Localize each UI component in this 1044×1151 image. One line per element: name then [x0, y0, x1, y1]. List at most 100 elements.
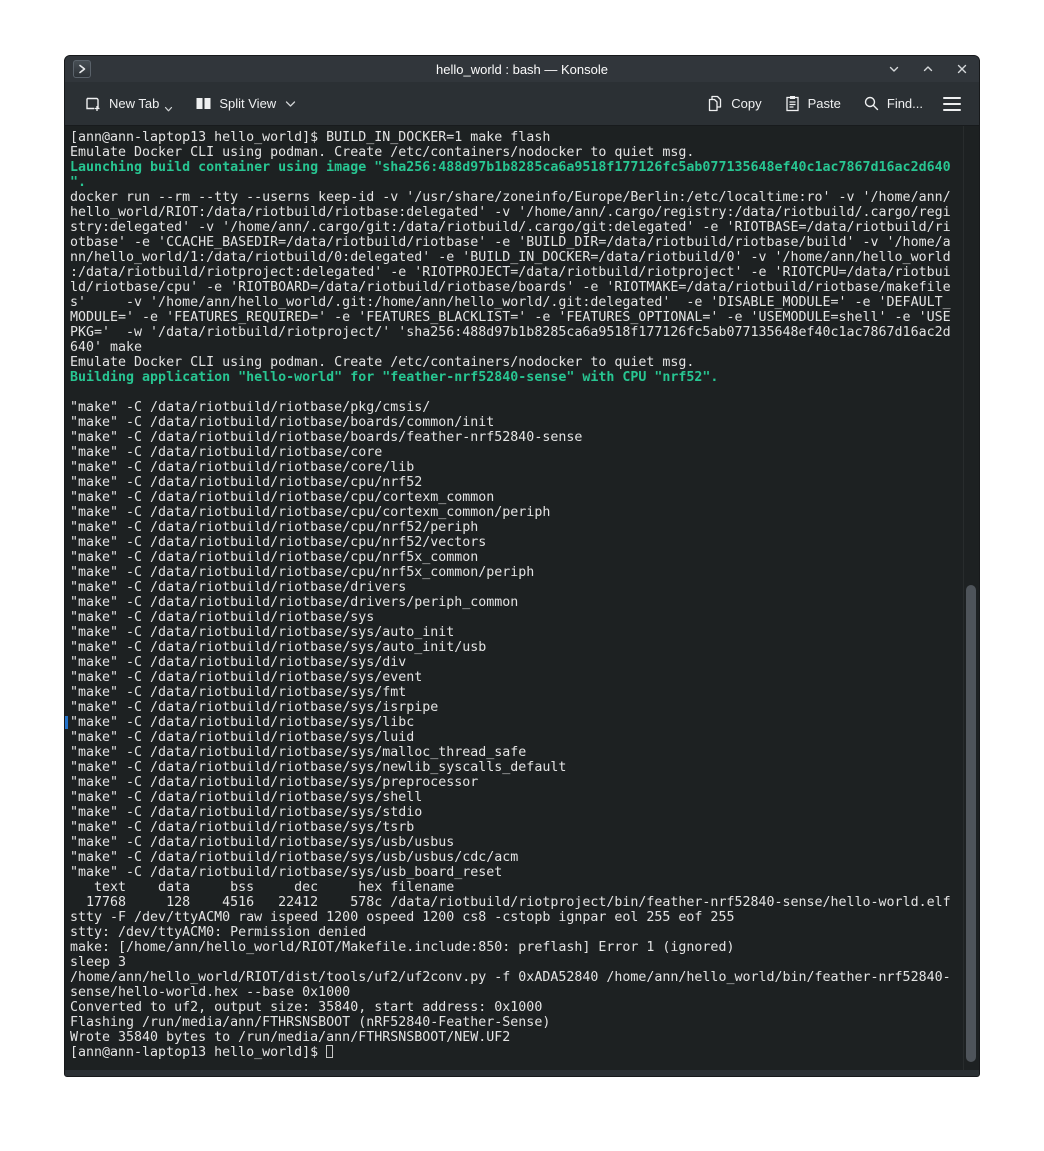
terminal-line: PKG=' -w '/data/riotbuild/riotproject/' …: [70, 325, 963, 340]
terminal-line: stry:delegated' -v '/home/ann/.cargo/git…: [70, 220, 963, 235]
terminal-line: [ann@ann-laptop13 hello_world]$ BUILD_IN…: [70, 130, 963, 145]
hamburger-icon: [943, 97, 961, 99]
terminal-line: "make" -C /data/riotbuild/riotbase/drive…: [70, 595, 963, 610]
paste-icon: [784, 95, 801, 112]
terminal-line: make: [/home/ann/hello_world/RIOT/Makefi…: [70, 940, 963, 955]
close-icon: [955, 62, 969, 76]
terminal-line: "make" -C /data/riotbuild/riotbase/sys/n…: [70, 760, 963, 775]
terminal-line: "make" -C /data/riotbuild/riotbase/board…: [70, 415, 963, 430]
minimize-button[interactable]: [885, 60, 903, 78]
terminal-line: text data bss dec hex filename: [70, 880, 963, 895]
terminal-line: Flashing /run/media/ann/FTHRSNSBOOT (nRF…: [70, 1015, 963, 1030]
find-button[interactable]: Find...: [855, 89, 931, 118]
split-view-label: Split View: [219, 96, 276, 111]
terminal-line: "make" -C /data/riotbuild/riotbase/cpu/n…: [70, 535, 963, 550]
terminal-line: [ann@ann-laptop13 hello_world]$: [70, 1045, 963, 1060]
terminal-line: "make" -C /data/riotbuild/riotbase/sys/u…: [70, 850, 963, 865]
terminal-line: "make" -C /data/riotbuild/riotbase/sys/p…: [70, 775, 963, 790]
terminal-line: Building application "hello-world" for "…: [70, 370, 963, 385]
terminal-line: [70, 385, 963, 400]
terminal-line: ".: [70, 175, 963, 190]
chevron-down-icon: [164, 106, 173, 113]
terminal-line: "make" -C /data/riotbuild/riotbase/core: [70, 445, 963, 460]
terminal-cursor: [326, 1045, 333, 1058]
terminal-line: docker run --rm --tty --userns keep-id -…: [70, 190, 963, 205]
terminal-line: /home/ann/hello_world/RIOT/dist/tools/uf…: [70, 970, 963, 985]
close-button[interactable]: [953, 60, 971, 78]
terminal-line: "make" -C /data/riotbuild/riotbase/cpu/n…: [70, 475, 963, 490]
terminal-line: "make" -C /data/riotbuild/riotbase/sys/e…: [70, 670, 963, 685]
terminal-line: Emulate Docker CLI using podman. Create …: [70, 355, 963, 370]
terminal-line: Converted to uf2, output size: 35840, st…: [70, 1000, 963, 1015]
terminal-line: "make" -C /data/riotbuild/riotbase/sys/d…: [70, 655, 963, 670]
terminal-view[interactable]: [ann@ann-laptop13 hello_world]$ BUILD_IN…: [65, 126, 979, 1070]
terminal-line: hello_world/RIOT:/data/riotbuild/riotbas…: [70, 205, 963, 220]
terminal-line: Wrote 35840 bytes to /run/media/ann/FTHR…: [70, 1030, 963, 1045]
terminal-line: sense/hello-world.hex --base 0x1000: [70, 985, 963, 1000]
terminal-line: "make" -C /data/riotbuild/riotbase/sys/l…: [70, 730, 963, 745]
terminal-line: "make" -C /data/riotbuild/riotbase/drive…: [70, 580, 963, 595]
menu-button[interactable]: [937, 91, 967, 117]
hamburger-icon: [943, 103, 961, 105]
terminal-line: "make" -C /data/riotbuild/riotbase/core/…: [70, 460, 963, 475]
terminal-line: "make" -C /data/riotbuild/riotbase/cpu/c…: [70, 505, 963, 520]
terminal-line: MODULE=' -e 'FEATURES_REQUIRED=' -e 'FEA…: [70, 310, 963, 325]
split-view-icon: [195, 95, 212, 112]
chevron-up-icon: [921, 62, 935, 76]
terminal-line: otbase' -e 'CCACHE_BASEDIR=/data/riotbui…: [70, 235, 963, 250]
terminal-line: "make" -C /data/riotbuild/riotbase/sys/u…: [70, 865, 963, 880]
terminal-line: "make" -C /data/riotbuild/riotbase/board…: [70, 430, 963, 445]
copy-icon: [707, 95, 724, 112]
terminal-line: "make" -C /data/riotbuild/riotbase/sys/a…: [70, 625, 963, 640]
terminal-line: stty: /dev/ttyACM0: Permission denied: [70, 925, 963, 940]
terminal-line: "make" -C /data/riotbuild/riotbase/cpu/n…: [70, 565, 963, 580]
copy-label: Copy: [731, 96, 761, 111]
terminal-line: "make" -C /data/riotbuild/riotbase/sys/s…: [70, 790, 963, 805]
terminal-line: s' -v '/home/ann/hello_world/.git:/home/…: [70, 295, 963, 310]
new-tab-label: New Tab: [109, 96, 159, 111]
window-bottom-frame: [65, 1070, 979, 1076]
terminal-line: nn/hello_world/1:/data/riotbuild/0:deleg…: [70, 250, 963, 265]
split-view-button[interactable]: Split View: [187, 89, 304, 118]
terminal-line: "make" -C /data/riotbuild/riotbase/sys/l…: [70, 715, 963, 730]
toolbar: New Tab Split View Copy: [65, 82, 979, 126]
terminal-line: "make" -C /data/riotbuild/riotbase/cpu/n…: [70, 520, 963, 535]
terminal-line: "make" -C /data/riotbuild/riotbase/sys/t…: [70, 820, 963, 835]
konsole-window: hello_world : bash — Konsole: [64, 55, 980, 1077]
titlebar[interactable]: hello_world : bash — Konsole: [65, 56, 979, 82]
terminal-line: "make" -C /data/riotbuild/riotbase/sys/s…: [70, 805, 963, 820]
chevron-down-icon: [285, 100, 296, 108]
window-title: hello_world : bash — Konsole: [65, 62, 979, 77]
search-icon: [863, 95, 880, 112]
terminal-scrollbar[interactable]: [963, 126, 979, 1070]
terminal-prompt-icon: [77, 64, 87, 74]
terminal-line: Emulate Docker CLI using podman. Create …: [70, 145, 963, 160]
terminal-line: Launching build container using image "s…: [70, 160, 963, 175]
new-tab-icon: [85, 95, 102, 112]
terminal-line: "make" -C /data/riotbuild/riotbase/sys/i…: [70, 700, 963, 715]
terminal-output: [ann@ann-laptop13 hello_world]$ BUILD_IN…: [70, 130, 963, 1060]
terminal-line: "make" -C /data/riotbuild/riotbase/sys/u…: [70, 835, 963, 850]
hamburger-icon: [943, 109, 961, 111]
terminal-line: ld/riotbase/cpu' -e 'RIOTBOARD=/data/rio…: [70, 280, 963, 295]
paste-button[interactable]: Paste: [776, 89, 849, 118]
terminal-line: :/data/riotbuild/riotproject:delegated' …: [70, 265, 963, 280]
paste-label: Paste: [808, 96, 841, 111]
scrollbar-thumb[interactable]: [966, 585, 976, 1062]
maximize-button[interactable]: [919, 60, 937, 78]
window-controls: [885, 60, 971, 78]
chevron-down-icon: [887, 62, 901, 76]
copy-button[interactable]: Copy: [699, 89, 769, 118]
terminal-line: "make" -C /data/riotbuild/riotbase/sys: [70, 610, 963, 625]
new-tab-button[interactable]: New Tab: [77, 88, 181, 119]
terminal-line: stty -F /dev/ttyACM0 raw ispeed 1200 osp…: [70, 910, 963, 925]
terminal-line: "make" -C /data/riotbuild/riotbase/sys/a…: [70, 640, 963, 655]
terminal-line: "make" -C /data/riotbuild/riotbase/sys/m…: [70, 745, 963, 760]
terminal-line: "make" -C /data/riotbuild/riotbase/sys/f…: [70, 685, 963, 700]
find-label: Find...: [887, 96, 923, 111]
terminal-line: "make" -C /data/riotbuild/riotbase/cpu/c…: [70, 490, 963, 505]
terminal-line: 17768 128 4516 22412 578c /data/riotbuil…: [70, 895, 963, 910]
terminal-line: "make" -C /data/riotbuild/riotbase/pkg/c…: [70, 400, 963, 415]
konsole-app-icon[interactable]: [73, 60, 91, 78]
terminal-line: "make" -C /data/riotbuild/riotbase/cpu/n…: [70, 550, 963, 565]
